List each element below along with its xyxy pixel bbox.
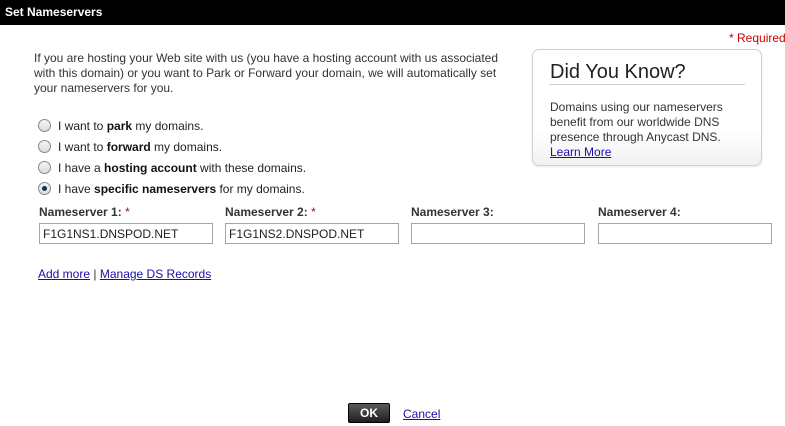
nameserver-2-input[interactable] [225, 223, 399, 244]
did-you-know-title: Did You Know? [550, 61, 686, 83]
nameserver-3-field: Nameserver 3: [411, 205, 586, 244]
option-forward[interactable]: I want to forward my domains. [38, 139, 438, 155]
forward-radio[interactable] [38, 140, 51, 153]
option-keyword: park [106, 119, 133, 133]
option-text: I want to [58, 140, 107, 154]
option-text: I have [58, 182, 95, 196]
nameserver-2-label: Nameserver 2: [225, 205, 308, 219]
link-separator: | [93, 267, 97, 281]
option-text: I want to [58, 119, 107, 133]
option-keyword: forward [106, 140, 151, 154]
intro-text: If you are hosting your Web site with us… [34, 51, 499, 95]
required-mark: * [311, 205, 316, 219]
nameserver-1-input[interactable] [39, 223, 213, 244]
hosting-radio[interactable] [38, 161, 51, 174]
option-text: my domains. [132, 119, 204, 133]
nameserver-4-input[interactable] [598, 223, 772, 244]
nameserver-2-field: Nameserver 2: * [225, 205, 400, 244]
dialog-title: Set Nameservers [0, 0, 785, 25]
required-note: * Required [729, 31, 785, 45]
manage-ds-records-link[interactable]: Manage DS Records [100, 267, 211, 281]
option-text: with these domains. [196, 161, 307, 175]
option-specific[interactable]: I have specific nameservers for my domai… [38, 181, 438, 197]
option-text: I have a [58, 161, 105, 175]
required-mark: * [125, 205, 130, 219]
option-keyword: specific nameservers [94, 182, 217, 196]
nameserver-4-field: Nameserver 4: [598, 205, 773, 244]
option-text: my domains. [150, 140, 223, 154]
option-keyword: hosting account [104, 161, 197, 175]
divider [549, 84, 745, 85]
option-hosting[interactable]: I have a hosting account with these doma… [38, 160, 438, 176]
nameserver-3-input[interactable] [411, 223, 585, 244]
ok-button[interactable]: OK [348, 403, 390, 423]
nameserver-3-label: Nameserver 3: [411, 205, 494, 219]
option-text: for my domains. [216, 182, 305, 196]
option-park[interactable]: I want to park my domains. [38, 118, 438, 134]
did-you-know-body: Domains using our nameservers benefit fr… [550, 100, 755, 160]
did-you-know-text: Domains using our nameservers benefit fr… [550, 100, 723, 144]
nameserver-1-field: Nameserver 1: * [39, 205, 214, 244]
nameserver-1-label: Nameserver 1: [39, 205, 122, 219]
did-you-know-box: Did You Know? Domains using our nameserv… [532, 49, 762, 166]
nameserver-4-label: Nameserver 4: [598, 205, 681, 219]
nameserver-links: Add more | Manage DS Records [38, 267, 211, 281]
learn-more-link[interactable]: Learn More [550, 145, 611, 159]
cancel-link[interactable]: Cancel [403, 407, 440, 421]
specific-radio[interactable] [38, 182, 51, 195]
add-more-link[interactable]: Add more [38, 267, 90, 281]
park-radio[interactable] [38, 119, 51, 132]
